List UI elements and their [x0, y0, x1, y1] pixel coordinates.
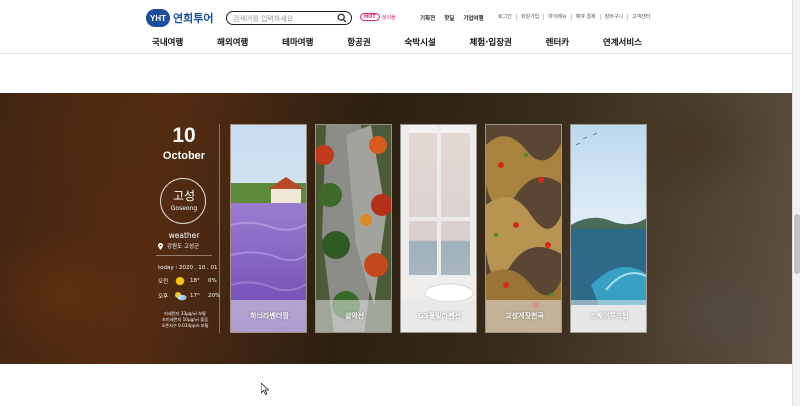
nav-domestic[interactable]: 국내여행 [152, 36, 183, 48]
attraction-card[interactable]: 스퀘어루프탑 [570, 124, 647, 333]
date-day: 10 [172, 124, 196, 147]
page: YHT 연희투어 HOT 레이블 기획전 핫딜 기업여행 로그인 회원가입 마이… [0, 0, 800, 406]
attraction-card-title: GS풀빌라펜션 [401, 300, 476, 332]
quick-links: 기획전 핫딜 기업여행 [420, 14, 484, 22]
place-name-ko: 고성 [172, 189, 196, 203]
nav-rentcar[interactable]: 렌터카 [546, 36, 569, 48]
place-name-en: Goseong [170, 205, 198, 212]
hot-keyword[interactable]: HOT 레이블 [360, 13, 396, 21]
attraction-card[interactable]: 고성게장천국 [485, 124, 562, 333]
pm-temperature: 17° [190, 293, 200, 299]
search-icon[interactable] [337, 13, 347, 23]
customer-center-link[interactable]: 고객센터 [627, 14, 654, 20]
cart-link[interactable]: 장바구니 [599, 14, 627, 20]
hot-badge: HOT [360, 13, 380, 21]
scrollbar-thumb[interactable] [794, 214, 800, 274]
reservation-link[interactable]: 예약·결제 [570, 14, 600, 20]
search-input[interactable] [233, 13, 333, 24]
quick-link-hotdeal[interactable]: 핫딜 [444, 14, 454, 22]
quick-link-corporate[interactable]: 기업여행 [463, 14, 483, 22]
logo-badge: YHT [146, 9, 170, 27]
page-scrollbar[interactable] [792, 0, 800, 406]
nav-linked-service[interactable]: 연계서비스 [603, 36, 642, 48]
weather-am-row: 오전 18° 0% [158, 276, 217, 286]
search-box [226, 11, 352, 25]
pm-label: 오후 [158, 294, 169, 300]
air-quality: 미세먼지 33μg/㎥ 보통 초미세먼지 10μg/㎥ 좋음 오존지수 0.03… [154, 311, 216, 329]
hot-keyword-text: 레이블 [381, 14, 396, 21]
site-header: YHT 연희투어 HOT 레이블 기획전 핫딜 기업여행 로그인 회원가입 마이… [0, 0, 792, 54]
logo-text: 연희투어 [173, 13, 214, 25]
utility-links: 로그인 회원가입 마이메뉴 예약·결제 장바구니 고객센터 [494, 14, 654, 20]
date-month: October [162, 150, 206, 162]
location: 강원도 고성군 [158, 242, 199, 250]
my-menu-link[interactable]: 마이메뉴 [543, 14, 570, 20]
sun-icon [175, 276, 185, 286]
air-ozone: 오존지수 0.034ppm 보통 [161, 323, 209, 328]
nav-air[interactable]: 항공권 [347, 36, 370, 48]
mouse-cursor-icon [261, 383, 269, 395]
signup-link[interactable]: 회원가입 [515, 14, 543, 20]
nav-overseas[interactable]: 해외여행 [217, 36, 248, 48]
am-temperature: 18° [190, 278, 200, 284]
partly-cloudy-icon [174, 292, 186, 301]
attraction-card-title: 설악산 [316, 300, 391, 332]
attraction-card[interactable]: GS풀빌라펜션 [400, 124, 477, 333]
attraction-card-title: 고성게장천국 [486, 300, 561, 332]
location-pin-icon [158, 242, 163, 250]
nav-theme[interactable]: 테마여행 [282, 36, 313, 48]
weather-label: weather [168, 231, 200, 240]
nav-lodging[interactable]: 숙박시설 [404, 36, 435, 48]
attraction-card[interactable]: 하늬라벤더팜 [230, 124, 307, 333]
nav-experience[interactable]: 체험·입장권 [470, 36, 512, 48]
am-rain-chance: 0% [208, 278, 217, 284]
location-text: 강원도 고성군 [167, 244, 200, 250]
weather-pm-row: 오후 17° 20% [158, 291, 220, 301]
am-label: 오전 [158, 279, 169, 285]
today-date: today : 2020 . 10 . 01 [158, 265, 218, 271]
featured-destination-section: 10 October 고성 Goseong weather 강원도 고성군 to… [0, 93, 792, 364]
divider [156, 255, 212, 256]
attraction-card-title: 하늬라벤더팜 [231, 300, 306, 332]
login-link[interactable]: 로그인 [494, 14, 516, 20]
pm-rain-chance: 20% [208, 293, 221, 299]
destination-info-panel: 10 October 고성 Goseong weather 강원도 고성군 to… [148, 124, 220, 333]
quick-link-exhibition[interactable]: 기획전 [420, 14, 435, 22]
attraction-cards: 하늬라벤더팜 설악산 GS풀빌라펜션 고성게장천국 스퀘어루프탑 [230, 124, 647, 333]
attraction-card[interactable]: 설악산 [315, 124, 392, 333]
main-nav: 국내여행 해외여행 테마여행 항공권 숙박시설 체험·입장권 렌터카 연계서비스 [152, 36, 642, 48]
place-badge: 고성 Goseong [160, 178, 206, 224]
attraction-card-title: 스퀘어루프탑 [571, 300, 646, 332]
site-logo[interactable]: YHT 연희투어 [146, 9, 213, 27]
